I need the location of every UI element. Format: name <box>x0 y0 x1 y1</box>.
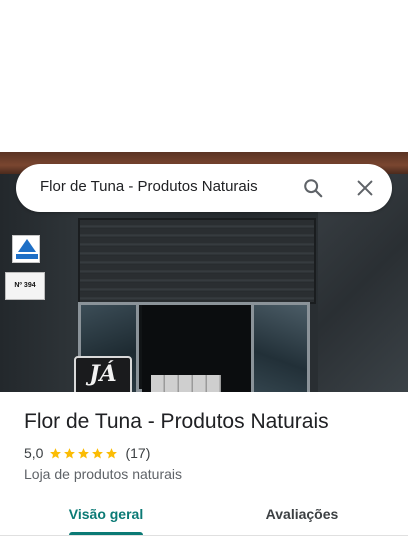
tab-reviews[interactable]: Avaliações <box>252 496 352 536</box>
search-bar[interactable]: Flor de Tuna - Produtos Naturais <box>16 164 392 212</box>
rating-row[interactable]: 5,0 (17) <box>24 444 150 462</box>
photo-permit-logo <box>12 235 40 263</box>
search-icon[interactable] <box>302 177 324 199</box>
place-tabs: Visão geral Avaliações <box>0 496 408 540</box>
star-icon <box>50 447 62 458</box>
star-icon <box>78 447 90 458</box>
star-icon <box>92 447 104 458</box>
place-category: Loja de produtos naturais <box>24 466 182 482</box>
photo-address-plaque: Nº 394 <box>5 272 45 300</box>
close-icon[interactable] <box>354 177 376 199</box>
star-icon <box>64 447 76 458</box>
photo-chalkboard-sign: JÁ <box>74 356 132 392</box>
photo-glass-right <box>251 305 307 392</box>
rating-value: 5,0 <box>24 445 44 461</box>
place-title: Flor de Tuna - Produtos Naturais <box>24 410 329 433</box>
star-rating <box>49 447 119 460</box>
tabs-divider <box>0 535 408 536</box>
photo-rolling-shutter <box>78 218 316 304</box>
photo-crates <box>151 375 221 392</box>
search-input[interactable]: Flor de Tuna - Produtos Naturais <box>40 178 258 195</box>
review-count[interactable]: (17) <box>125 445 150 461</box>
star-icon <box>106 447 118 458</box>
tab-overview[interactable]: Visão geral <box>60 496 152 536</box>
